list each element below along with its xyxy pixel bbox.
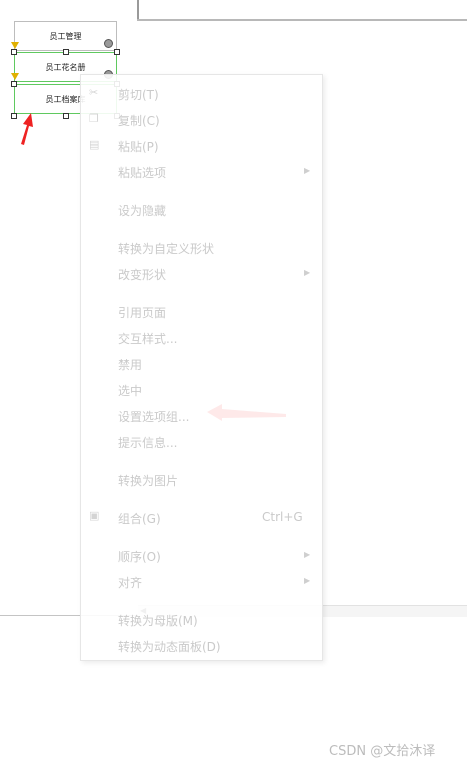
paste-icon: ▤ (89, 138, 100, 151)
menu-item-align[interactable]: 对齐 (118, 574, 142, 591)
menu-item-tooltip[interactable]: 提示信息... (118, 434, 177, 451)
submenu-arrow-icon: ▶ (304, 576, 311, 585)
menu-item-convert-dynamic-panel[interactable]: 转换为动态面板(D) (118, 638, 221, 655)
menu-item-order[interactable]: 顺序(O) (118, 548, 161, 565)
menu-item-convert-master[interactable]: 转换为母版(M) (118, 612, 198, 629)
menu-item-cut[interactable]: 剪切(T) (118, 86, 159, 103)
menu-item-paste-options[interactable]: 粘贴选项 (118, 164, 166, 181)
copy-icon: ❐ (89, 112, 99, 125)
cut-icon: ✂ (89, 86, 99, 99)
menu-item-copy[interactable]: 复制(C) (118, 112, 160, 129)
submenu-arrow-icon: ▶ (304, 166, 311, 175)
submenu-arrow-icon: ▶ (304, 268, 311, 277)
menu-item-disable[interactable]: 禁用 (118, 356, 142, 373)
context-menu (80, 74, 323, 661)
menu-item-group[interactable]: 组合(G) (118, 510, 161, 527)
group-icon: ▣ (89, 509, 100, 522)
menu-item-set-hidden[interactable]: 设为隐藏 (118, 202, 166, 219)
watermark: CSDN @文拾沐译 (329, 744, 436, 759)
menu-item-paste[interactable]: 粘贴(P) (118, 138, 159, 155)
menu-item-change-shape[interactable]: 改变形状 (118, 266, 166, 283)
menu-item-interaction-style[interactable]: 交互样式... (118, 330, 177, 347)
menu-item-reference-page[interactable]: 引用页面 (118, 304, 166, 321)
submenu-arrow-icon: ▶ (304, 550, 311, 559)
menu-item-convert-custom-shape[interactable]: 转换为自定义形状 (118, 240, 214, 257)
red-arrow-up-icon (21, 113, 33, 145)
menu-item-convert-image[interactable]: 转换为图片 (118, 472, 178, 489)
shortcut-group: Ctrl+G (262, 510, 303, 524)
menu-item-set-option-group[interactable]: 设置选项组... (118, 408, 189, 425)
menu-item-selected[interactable]: 选中 (118, 382, 142, 399)
